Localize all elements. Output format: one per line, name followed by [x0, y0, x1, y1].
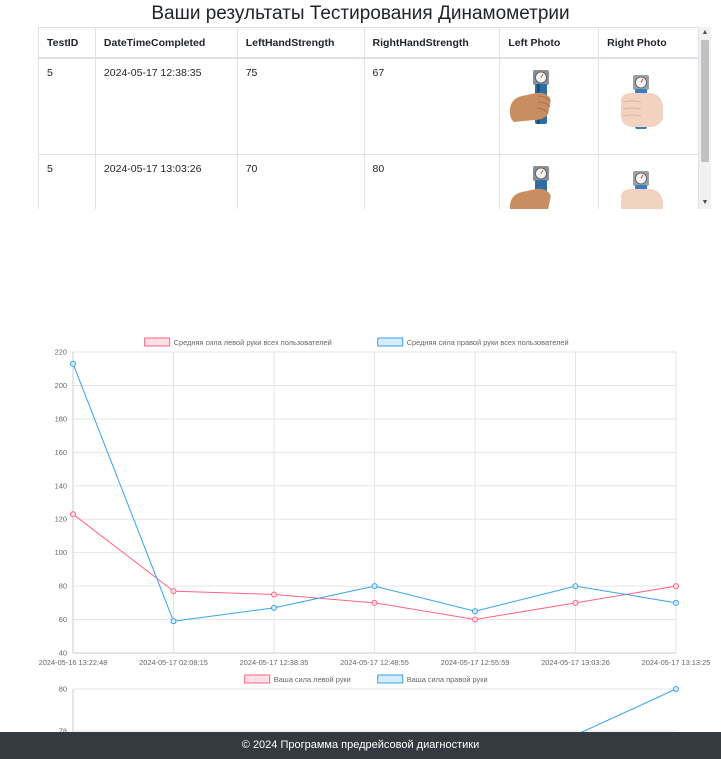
- y-tick-label: 80: [59, 685, 67, 694]
- legend-label-1: Ваша сила правой руки: [407, 675, 488, 684]
- legend-label-0: Ваша сила левой руки: [274, 675, 351, 684]
- legend-swatch: [244, 674, 271, 684]
- footer-text: © 2024 Программа предрейсовой диагностик…: [241, 739, 480, 751]
- page-footer: © 2024 Программа предрейсовой диагностик…: [0, 732, 721, 759]
- series-line-right: [580, 688, 677, 732]
- your-strength-chart: Ваша сила левой руки Ваша сила правой рук…: [59, 674, 679, 732]
- legend-swatch: [377, 674, 404, 684]
- data-point: [673, 686, 679, 692]
